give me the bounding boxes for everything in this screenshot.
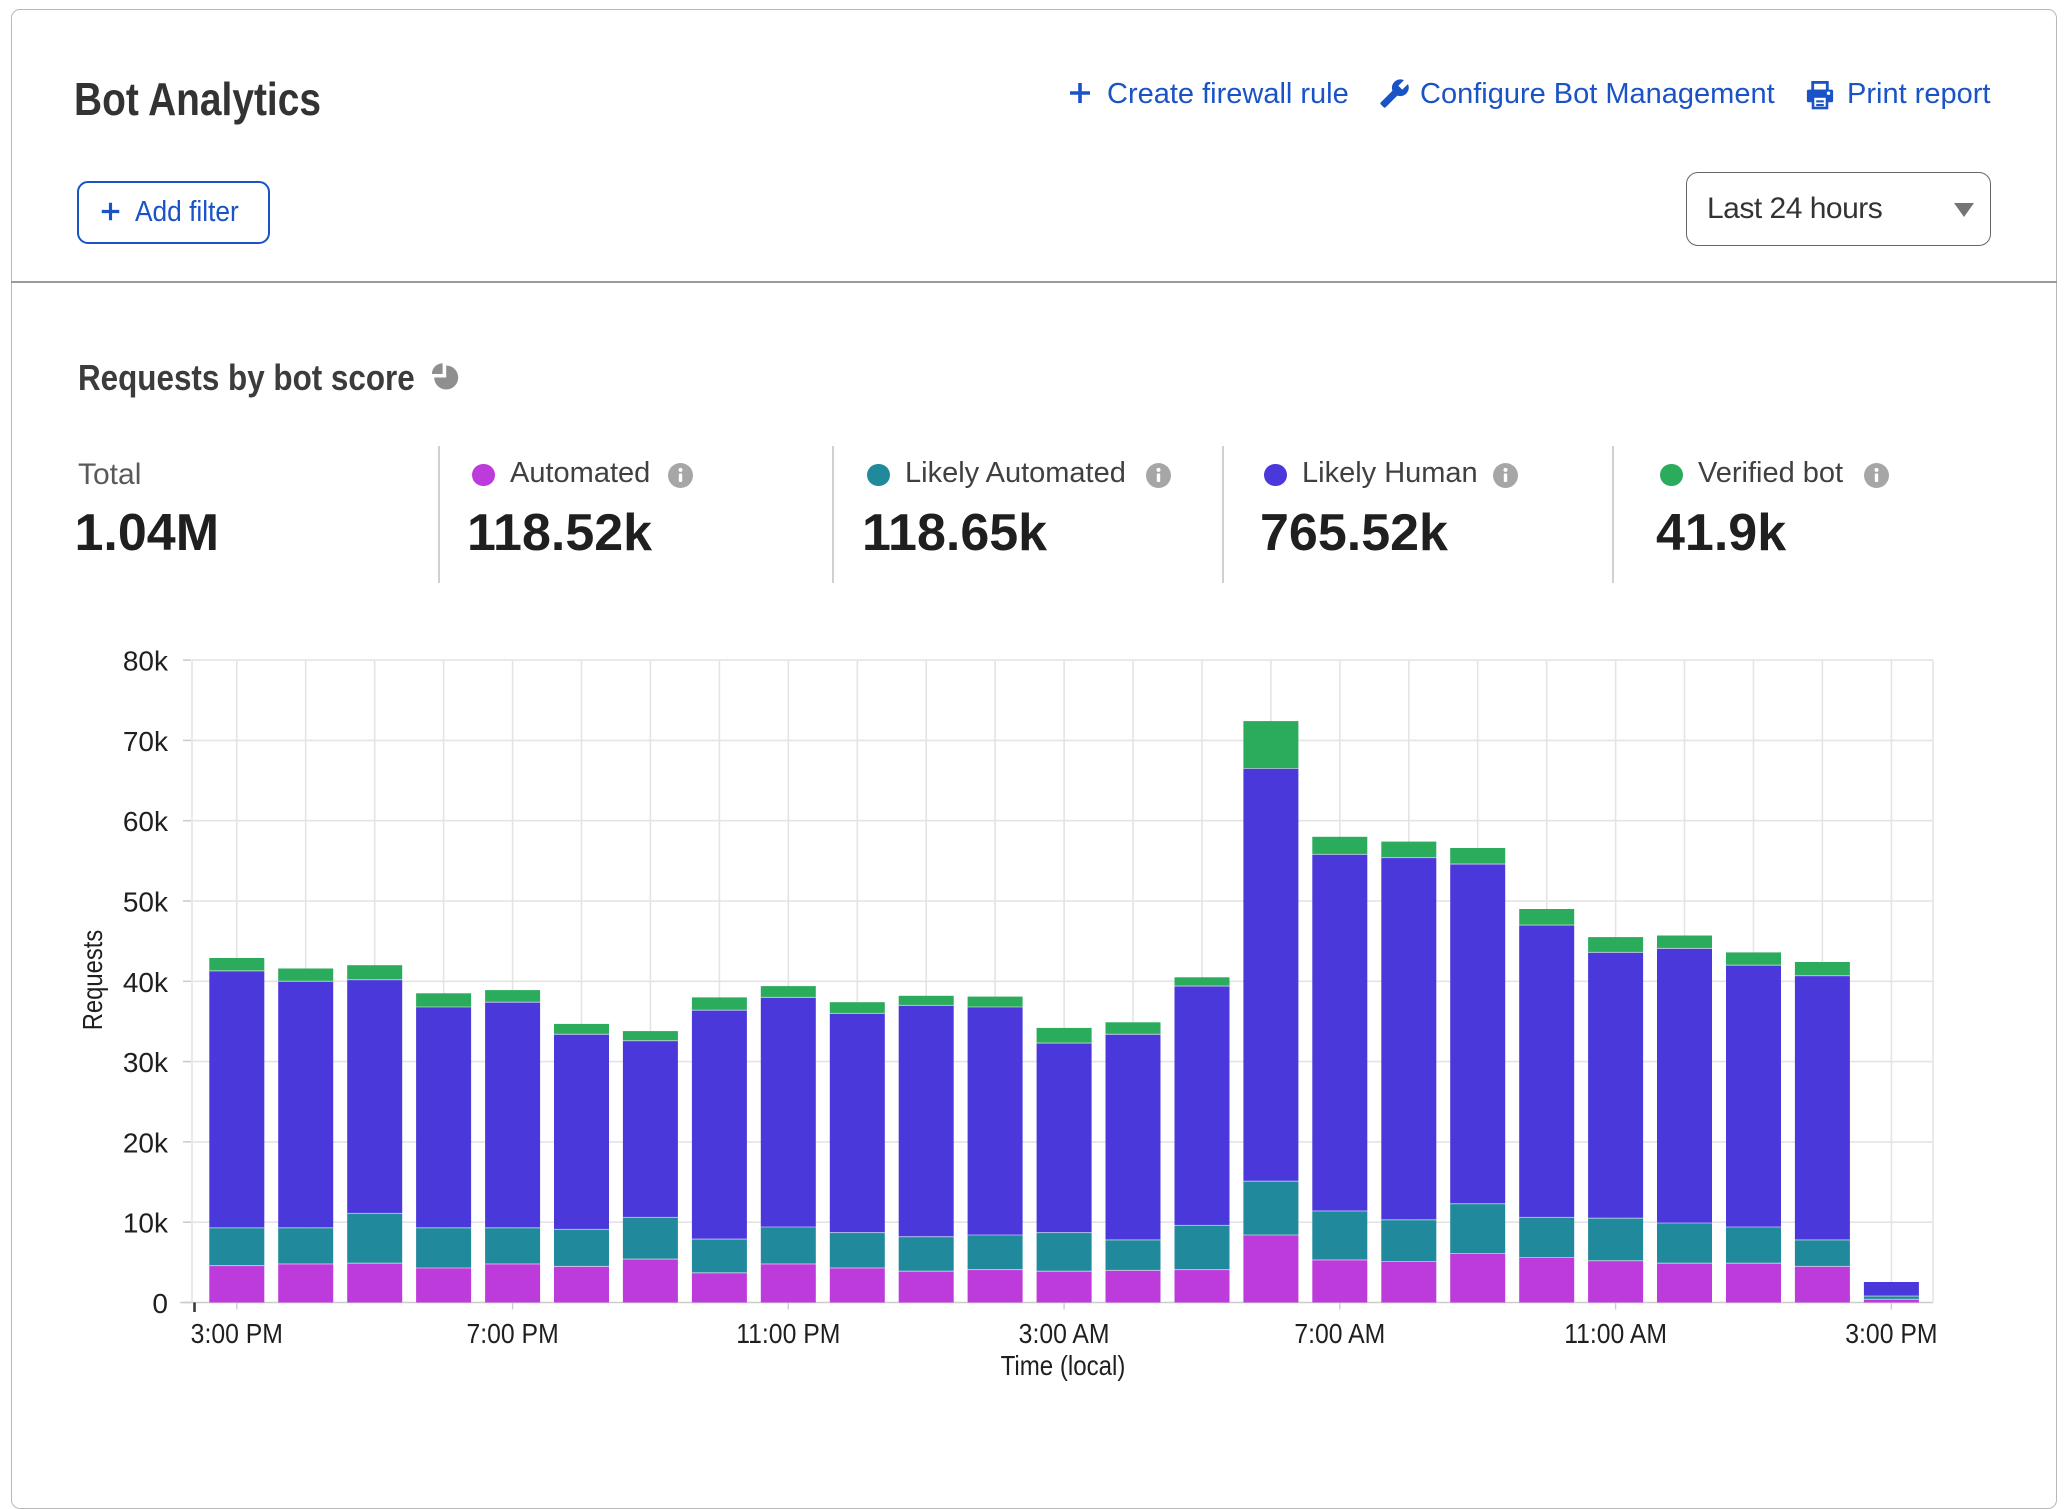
- svg-text:3:00 PM: 3:00 PM: [1845, 1318, 1937, 1350]
- svg-text:30k: 30k: [123, 1047, 169, 1078]
- svg-text:3:00 PM: 3:00 PM: [191, 1318, 283, 1350]
- svg-text:3:00 AM: 3:00 AM: [1019, 1318, 1110, 1350]
- svg-text:7:00 AM: 7:00 AM: [1294, 1318, 1385, 1350]
- svg-text:10k: 10k: [123, 1208, 169, 1239]
- svg-text:7:00 PM: 7:00 PM: [466, 1318, 558, 1350]
- svg-text:60k: 60k: [123, 806, 169, 837]
- svg-text:80k: 80k: [123, 646, 169, 677]
- svg-text:20k: 20k: [123, 1127, 169, 1158]
- svg-text:0: 0: [152, 1288, 168, 1319]
- svg-text:11:00 AM: 11:00 AM: [1564, 1318, 1667, 1350]
- svg-text:11:00 PM: 11:00 PM: [736, 1318, 840, 1350]
- svg-text:40k: 40k: [123, 967, 169, 998]
- svg-text:Time (local): Time (local): [1001, 1349, 1126, 1381]
- svg-text:70k: 70k: [123, 726, 169, 757]
- svg-text:Requests: Requests: [76, 930, 108, 1030]
- svg-text:50k: 50k: [123, 887, 169, 918]
